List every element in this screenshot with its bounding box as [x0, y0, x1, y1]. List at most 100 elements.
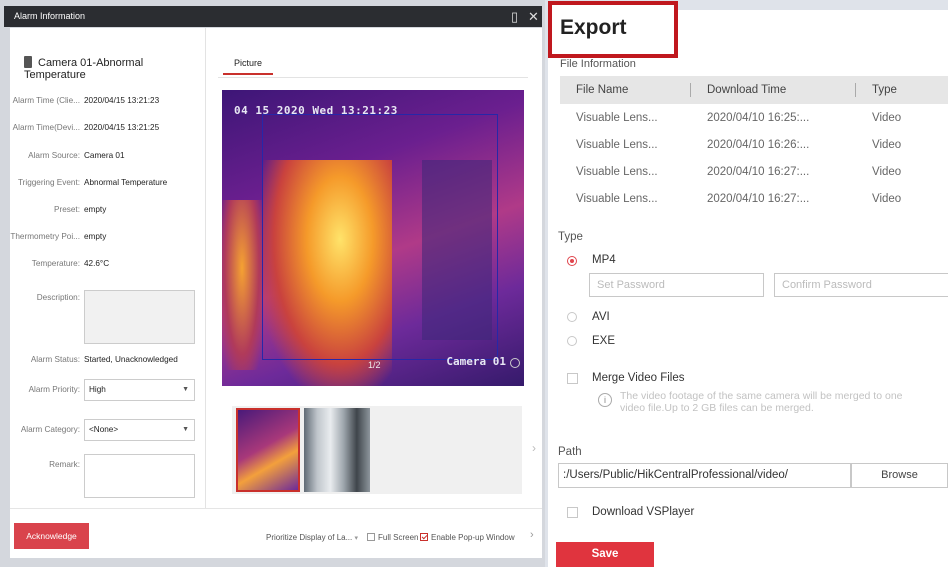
- close-icon[interactable]: ✕: [528, 6, 539, 27]
- category-select[interactable]: <None> ▼: [84, 419, 195, 441]
- column-divider: [855, 83, 856, 97]
- chevron-down-icon: ▾: [354, 535, 359, 542]
- thermal-figure: [222, 200, 262, 370]
- checkbox-checked-icon: [420, 533, 428, 541]
- enable-popup-label: Enable Pop-up Window: [431, 533, 515, 542]
- field-row: Alarm Time(Devi... 2020/04/15 13:21:25: [10, 123, 206, 135]
- column-file-name: File Name: [576, 84, 629, 96]
- camera-icon: [24, 56, 32, 68]
- table-row[interactable]: Visuable Lens... 2020/04/10 16:25:... Vi…: [560, 104, 948, 131]
- table-row[interactable]: Visuable Lens... 2020/04/10 16:27:... Vi…: [560, 158, 948, 185]
- option-mp4-label[interactable]: MP4: [592, 254, 616, 266]
- enable-popup-checkbox[interactable]: Enable Pop-up Window: [420, 533, 515, 542]
- chevron-down-icon: ▼: [182, 386, 189, 393]
- field-row: Preset: empty: [10, 205, 206, 217]
- download-vsplayer-label[interactable]: Download VSPlayer: [592, 506, 694, 518]
- field-label: Thermometry Poi...: [10, 232, 80, 241]
- cell-type: Video: [872, 193, 902, 205]
- option-avi-label[interactable]: AVI: [592, 311, 610, 323]
- column-type: Type: [872, 84, 897, 96]
- path-input[interactable]: :/Users/Public/HikCentralProfessional/vi…: [558, 463, 851, 488]
- type-label: Type: [558, 231, 583, 243]
- prioritize-display-label: Prioritize Display of La...: [266, 533, 353, 542]
- detection-frame: [262, 114, 498, 360]
- field-row: Triggering Event: Abnormal Temperature: [10, 178, 206, 190]
- alarm-details: Camera 01-Abnormal Temperature Alarm Tim…: [10, 28, 206, 508]
- cell-type: Video: [872, 166, 902, 178]
- merge-video-checkbox[interactable]: [567, 373, 578, 384]
- alarm-window-title: Alarm Information: [14, 11, 86, 21]
- radio-avi[interactable]: [567, 312, 577, 322]
- overlay-timestamp: 04 15 2020 Wed 13:21:23: [234, 104, 398, 117]
- field-value: 2020/04/15 13:21:25: [84, 123, 160, 132]
- field-value: empty: [84, 205, 107, 214]
- prioritize-display-select[interactable]: Prioritize Display of La... ▾: [266, 533, 358, 542]
- field-value: 42.6°C: [84, 259, 110, 268]
- cell-file-name: Visuable Lens...: [576, 166, 658, 178]
- cell-download-time: 2020/04/10 16:25:...: [707, 112, 810, 124]
- cell-download-time: 2020/04/10 16:26:...: [707, 139, 810, 151]
- acknowledge-button[interactable]: Acknowledge: [14, 523, 89, 549]
- chevron-down-icon: ▼: [182, 426, 189, 433]
- radio-mp4[interactable]: [567, 256, 577, 266]
- confirm-password-input[interactable]: Confirm Password: [774, 273, 948, 297]
- priority-value: High: [89, 385, 106, 394]
- field-label: Temperature:: [31, 259, 80, 268]
- zoom-icon[interactable]: [510, 358, 520, 368]
- merge-video-label[interactable]: Merge Video Files: [592, 372, 684, 384]
- field-row: Thermometry Poi... empty: [10, 232, 206, 244]
- priority-select[interactable]: High ▼: [84, 379, 195, 401]
- file-table-header: File Name Download Time Type: [560, 76, 948, 104]
- info-icon: i: [598, 393, 612, 407]
- thumbnail-thermal[interactable]: [236, 408, 300, 492]
- thumbnail-visible[interactable]: [304, 408, 370, 492]
- alarm-footer: Acknowledge Prioritize Display of La... …: [10, 508, 542, 558]
- alarm-titlebar: Alarm Information ▯ ✕: [4, 6, 542, 27]
- description-box: [84, 290, 195, 344]
- export-title-highlight: Export: [548, 1, 678, 58]
- field-label: Alarm Time (Clie...: [12, 96, 80, 105]
- chevron-right-icon[interactable]: ›: [532, 441, 536, 455]
- field-value: Camera 01: [84, 151, 125, 160]
- field-value: empty: [84, 232, 107, 241]
- cell-type: Video: [872, 112, 902, 124]
- status-row: Alarm Status: Started, Unacknowledged: [10, 355, 206, 367]
- column-download-time: Download Time: [707, 84, 787, 96]
- status-label: Alarm Status:: [30, 355, 80, 364]
- file-table: File Name Download Time Type Visuable Le…: [560, 76, 948, 212]
- category-label: Alarm Category:: [20, 425, 80, 434]
- chevron-right-icon[interactable]: ›: [530, 529, 534, 541]
- thumbnail-strip: ›: [232, 406, 536, 494]
- page-indicator: 1/2: [368, 360, 381, 370]
- cell-type: Video: [872, 139, 902, 151]
- category-value: <None>: [89, 425, 119, 434]
- cell-download-time: 2020/04/10 16:27:...: [707, 166, 810, 178]
- field-row: Temperature: 42.6°C: [10, 259, 206, 271]
- camera-title: Camera 01-Abnormal Temperature: [24, 56, 205, 81]
- maximize-icon[interactable]: ▯: [511, 6, 518, 27]
- priority-label: Alarm Priority:: [28, 385, 80, 394]
- tab-picture[interactable]: Picture: [223, 58, 273, 75]
- description-label: Description:: [36, 293, 80, 302]
- field-label: Alarm Time(Devi...: [12, 123, 80, 132]
- export-panel: Export File Information File Name Downlo…: [548, 0, 948, 567]
- camera-title-text: Camera 01-Abnormal Temperature: [24, 57, 144, 81]
- download-vsplayer-checkbox[interactable]: [567, 507, 578, 518]
- file-information-label: File Information: [560, 58, 636, 70]
- radio-exe[interactable]: [567, 336, 577, 346]
- remark-input[interactable]: [84, 454, 195, 498]
- field-value: Abnormal Temperature: [84, 178, 168, 187]
- fullscreen-checkbox[interactable]: Full Screen: [367, 533, 418, 542]
- table-row[interactable]: Visuable Lens... 2020/04/10 16:26:... Vi…: [560, 131, 948, 158]
- browse-button[interactable]: Browse: [851, 463, 948, 488]
- cell-download-time: 2020/04/10 16:27:...: [707, 193, 810, 205]
- field-label: Triggering Event:: [17, 178, 80, 187]
- table-row[interactable]: Visuable Lens... 2020/04/10 16:27:... Vi…: [560, 185, 948, 212]
- option-exe-label[interactable]: EXE: [592, 335, 615, 347]
- field-row: Alarm Source: Camera 01: [10, 151, 206, 163]
- merge-info-text: The video footage of the same camera wil…: [620, 390, 903, 414]
- checkbox-icon: [367, 533, 375, 541]
- set-password-input[interactable]: Set Password: [589, 273, 764, 297]
- alarm-body: Camera 01-Abnormal Temperature Alarm Tim…: [10, 28, 542, 558]
- save-button[interactable]: Save: [556, 542, 654, 567]
